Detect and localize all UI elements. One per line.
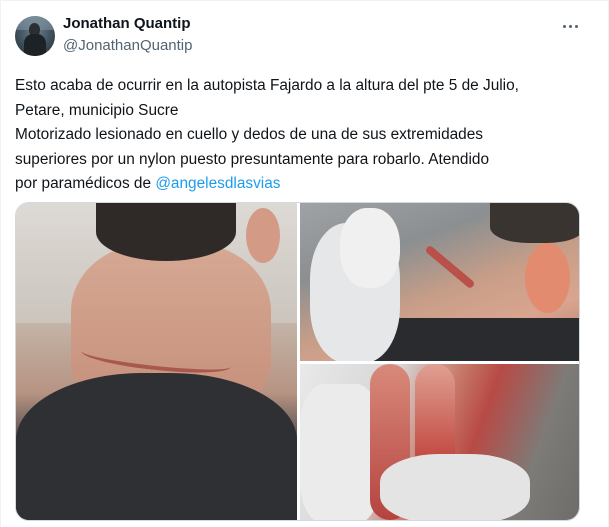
avatar-body [24, 34, 46, 56]
media-grid[interactable] [15, 202, 580, 521]
tweet-text-prefix: por paramédicos de [15, 175, 156, 192]
more-dot [562, 24, 566, 28]
photo-ear [525, 243, 570, 313]
avatar[interactable] [15, 16, 55, 56]
tweet-text: Esto acaba de ocurrir en la autopista Fa… [15, 74, 595, 197]
photo-hair [96, 203, 236, 261]
photo-neck-wound[interactable] [16, 203, 297, 520]
photo-neck-closeup[interactable] [300, 203, 579, 361]
mention-link[interactable]: @angelesdlasvias [155, 175, 280, 192]
photo-ear [246, 208, 280, 263]
photo-finger-wound[interactable] [300, 364, 579, 520]
photo-sweater [16, 373, 297, 520]
tweet-text-line: Motorizado lesionado en cuello y dedos d… [15, 126, 484, 143]
photo-glove [380, 454, 530, 520]
tweet-text-line: por paramédicos de @angelesdlasvias [15, 172, 595, 197]
photo-glove-fingers [340, 208, 400, 288]
tweet-card[interactable]: Jonathan Quantip @JonathanQuantip Esto a… [0, 0, 609, 527]
author-display-name[interactable]: Jonathan Quantip [63, 15, 191, 32]
tweet-text-line: Esto acaba de ocurrir en la autopista Fa… [15, 77, 519, 94]
tweet-text-line: Petare, municipio Sucre [15, 101, 179, 119]
photo-bandaged-hand [300, 384, 380, 520]
more-horizontal-icon[interactable] [557, 15, 583, 37]
photo-cut-mark [424, 244, 476, 290]
tweet-text-line: superiores por un nylon puesto presuntam… [15, 150, 489, 168]
author-handle[interactable]: @JonathanQuantip [63, 37, 193, 54]
more-dot [574, 24, 578, 28]
photo-hair [490, 203, 579, 243]
more-dot [568, 24, 572, 28]
